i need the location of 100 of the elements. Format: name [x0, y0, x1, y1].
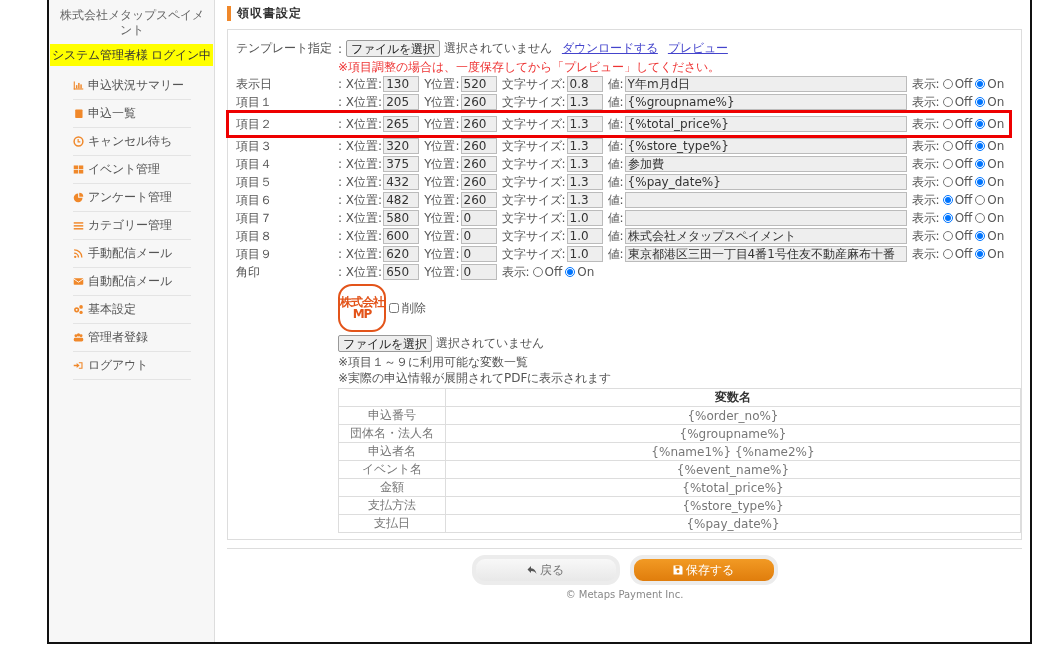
- value-field[interactable]: [624, 210, 907, 226]
- font-size-field[interactable]: 1.3: [566, 156, 603, 172]
- y-position-field[interactable]: 0: [460, 264, 497, 280]
- field-label: Y位置:: [424, 115, 460, 133]
- font-size-field[interactable]: 1.3: [566, 94, 603, 110]
- y-position-field[interactable]: 260: [460, 156, 497, 172]
- delete-checkbox[interactable]: [389, 303, 399, 313]
- field-label: Y位置:: [424, 173, 460, 191]
- value-field[interactable]: {%groupname%}: [624, 94, 907, 110]
- on-radio[interactable]: [975, 213, 986, 223]
- on-radio[interactable]: [565, 267, 576, 277]
- y-position-field[interactable]: 260: [460, 174, 497, 190]
- y-position-field[interactable]: 0: [460, 228, 497, 244]
- x-position-field[interactable]: 205: [383, 94, 420, 110]
- on-radio[interactable]: [975, 97, 986, 107]
- sidebar-item[interactable]: カテゴリー管理: [72, 212, 191, 240]
- radio-label: On: [987, 175, 1005, 189]
- field-label: : X位置:: [338, 137, 383, 155]
- off-radio[interactable]: [942, 119, 953, 129]
- sidebar-item[interactable]: ログアウト: [72, 352, 191, 380]
- font-size-field[interactable]: 1.0: [566, 210, 603, 226]
- on-radio[interactable]: [975, 141, 986, 151]
- y-position-field[interactable]: 0: [460, 246, 497, 262]
- field-label: 値:: [607, 227, 624, 245]
- table-cell: {%total_price%}: [445, 478, 1021, 497]
- off-radio[interactable]: [942, 159, 953, 169]
- sidebar-item[interactable]: 管理者登録: [72, 324, 191, 352]
- company-seal: 株式会社MP: [338, 284, 386, 332]
- x-position-field[interactable]: 482: [383, 192, 420, 208]
- sidebar-item[interactable]: イベント管理: [72, 156, 191, 184]
- off-radio[interactable]: [942, 231, 953, 241]
- font-size-field[interactable]: 1.3: [566, 192, 603, 208]
- preview-link[interactable]: プレビュー: [667, 40, 728, 57]
- radio-label: Off: [954, 211, 973, 225]
- row-label: 表示日: [236, 75, 273, 93]
- value-field[interactable]: 株式会社メタップスペイメント: [624, 228, 907, 244]
- off-radio[interactable]: [942, 177, 953, 187]
- sidebar-item[interactable]: 基本設定: [72, 296, 191, 324]
- help-note: ※実際の申込情報が展開されてPDFに表示されます: [338, 371, 613, 386]
- field-label: 表示:: [911, 93, 940, 111]
- sidebar-item[interactable]: 申込状況サマリー: [72, 72, 191, 100]
- field-label: Y位置:: [424, 245, 460, 263]
- off-radio[interactable]: [942, 97, 953, 107]
- off-radio[interactable]: [942, 249, 953, 259]
- value-field[interactable]: 参加費: [624, 156, 907, 172]
- on-radio[interactable]: [975, 249, 986, 259]
- field-label: Y位置:: [424, 227, 460, 245]
- font-size-field[interactable]: 1.3: [566, 138, 603, 154]
- off-radio[interactable]: [942, 195, 953, 205]
- company-name: 株式会社メタップスペイメント: [58, 8, 205, 38]
- x-position-field[interactable]: 265: [383, 116, 420, 132]
- download-link[interactable]: ダウンロードする: [561, 40, 658, 57]
- sidebar-item[interactable]: 申込一覧: [72, 100, 191, 128]
- y-position-field[interactable]: 520: [460, 76, 497, 92]
- radio-label: On: [987, 139, 1005, 153]
- sidebar-item[interactable]: キャンセル待ち: [72, 128, 191, 156]
- radio-label: On: [987, 157, 1005, 171]
- y-position-field[interactable]: 260: [460, 94, 497, 110]
- x-position-field[interactable]: 580: [383, 210, 420, 226]
- off-radio[interactable]: [942, 213, 953, 223]
- y-position-field[interactable]: 260: [460, 116, 497, 132]
- font-size-field[interactable]: 1.0: [566, 228, 603, 244]
- x-position-field[interactable]: 432: [383, 174, 420, 190]
- off-radio[interactable]: [532, 267, 543, 277]
- off-radio[interactable]: [942, 79, 953, 89]
- x-position-field[interactable]: 650: [383, 264, 420, 280]
- file-button[interactable]: ファイルを選択: [345, 40, 440, 57]
- font-size-field[interactable]: 1.3: [566, 174, 603, 190]
- field-label: : X位置:: [338, 93, 383, 111]
- y-position-field[interactable]: 260: [460, 192, 497, 208]
- x-position-field[interactable]: 375: [383, 156, 420, 172]
- on-radio[interactable]: [975, 231, 986, 241]
- on-radio[interactable]: [975, 195, 986, 205]
- sidebar-item[interactable]: 自動配信メール: [72, 268, 191, 296]
- value-field[interactable]: {%total_price%}: [624, 116, 907, 132]
- y-position-field[interactable]: 0: [460, 210, 497, 226]
- on-radio[interactable]: [975, 119, 986, 129]
- font-size-field[interactable]: 0.8: [566, 76, 603, 92]
- field-label: : X位置:: [338, 155, 383, 173]
- sidebar-item[interactable]: 手動配信メール: [72, 240, 191, 268]
- on-radio[interactable]: [975, 159, 986, 169]
- value-field[interactable]: [624, 192, 907, 208]
- on-radio[interactable]: [975, 177, 986, 187]
- font-size-field[interactable]: 1.3: [566, 116, 603, 132]
- x-position-field[interactable]: 130: [383, 76, 420, 92]
- value-field[interactable]: 東京都港区三田一丁目4番1号住友不動産麻布十番: [624, 246, 907, 262]
- row-label: 項目１: [236, 93, 273, 111]
- off-radio[interactable]: [942, 141, 953, 151]
- x-position-field[interactable]: 600: [383, 228, 420, 244]
- x-position-field[interactable]: 320: [383, 138, 420, 154]
- y-position-field[interactable]: 260: [460, 138, 497, 154]
- x-position-field[interactable]: 620: [383, 246, 420, 262]
- file-button[interactable]: ファイルを選択: [338, 335, 432, 352]
- on-radio[interactable]: [975, 79, 986, 89]
- back-button[interactable]: 戻る: [471, 555, 620, 585]
- sidebar-item[interactable]: アンケート管理: [72, 184, 191, 212]
- value-field[interactable]: {%store_type%}: [624, 138, 907, 154]
- value-field[interactable]: Y年m月d日: [624, 76, 907, 92]
- font-size-field[interactable]: 1.0: [566, 246, 603, 262]
- value-field[interactable]: {%pay_date%}: [624, 174, 907, 190]
